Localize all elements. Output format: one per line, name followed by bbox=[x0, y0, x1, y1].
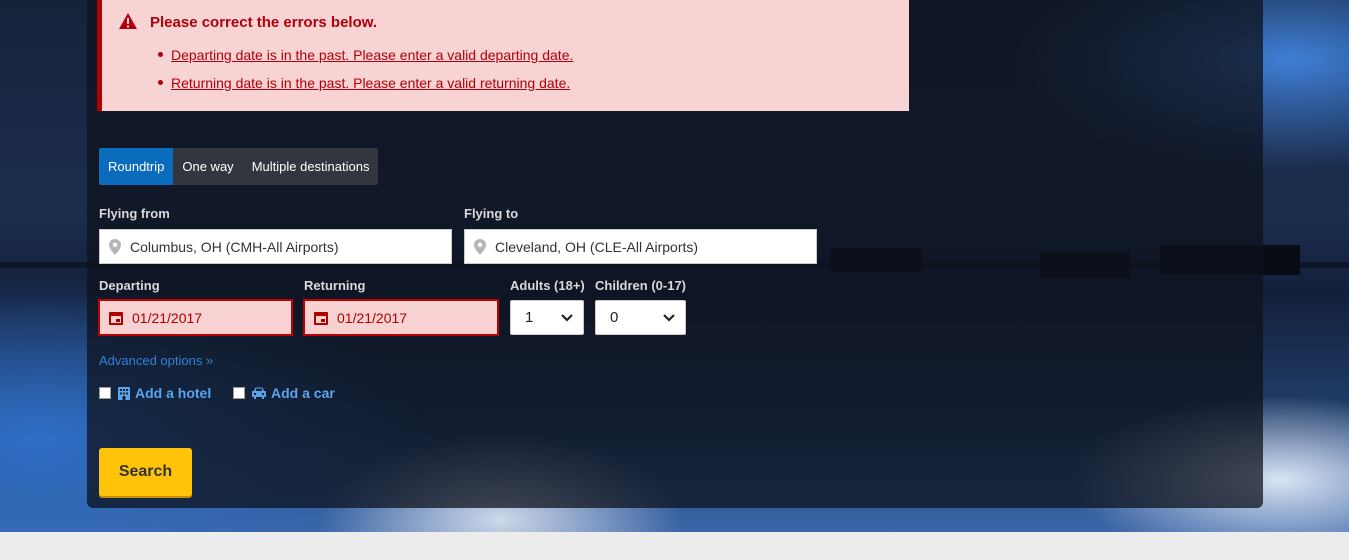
children-label: Children (0-17) bbox=[595, 278, 687, 293]
flying-from-input[interactable] bbox=[130, 238, 430, 255]
adults-value: 1 bbox=[525, 309, 534, 326]
returning-date-field[interactable] bbox=[303, 299, 499, 336]
adults-select[interactable]: 1 bbox=[510, 300, 584, 335]
search-button[interactable]: Search bbox=[99, 448, 192, 496]
add-hotel-label[interactable]: Add a hotel bbox=[135, 385, 211, 401]
tab-roundtrip[interactable]: Roundtrip bbox=[99, 148, 174, 185]
flying-from-field[interactable] bbox=[99, 229, 452, 264]
flying-to-label: Flying to bbox=[464, 206, 519, 221]
error-title: Please correct the errors below. bbox=[150, 14, 378, 31]
error-item: Departing date is in the past. Please en… bbox=[154, 44, 573, 72]
error-message-box: Please correct the errors below. Departi… bbox=[97, 0, 909, 111]
calendar-icon bbox=[314, 311, 328, 325]
page-footer-strip bbox=[0, 532, 1349, 560]
error-list: Departing date is in the past. Please en… bbox=[154, 44, 573, 100]
returning-date-input[interactable] bbox=[337, 309, 477, 326]
tab-one-way[interactable]: One way bbox=[173, 148, 242, 185]
hotel-building-icon bbox=[118, 387, 130, 400]
map-pin-icon bbox=[109, 238, 121, 255]
add-hotel-checkbox[interactable] bbox=[99, 387, 111, 399]
departing-label: Departing bbox=[99, 278, 160, 293]
error-link-departing[interactable]: Departing date is in the past. Please en… bbox=[171, 47, 573, 63]
flying-to-field[interactable] bbox=[464, 229, 817, 264]
advanced-options-link[interactable]: Advanced options » bbox=[99, 353, 213, 368]
error-item: Returning date is in the past. Please en… bbox=[154, 72, 573, 100]
flying-from-label: Flying from bbox=[99, 206, 170, 221]
map-pin-icon bbox=[474, 238, 486, 255]
flying-to-input[interactable] bbox=[495, 238, 795, 255]
chevron-down-icon bbox=[561, 313, 573, 322]
car-icon bbox=[252, 387, 266, 399]
add-car-label[interactable]: Add a car bbox=[271, 385, 335, 401]
departing-date-input[interactable] bbox=[132, 309, 272, 326]
add-car-checkbox[interactable] bbox=[233, 387, 245, 399]
warning-triangle-icon bbox=[119, 13, 137, 29]
trip-type-tabs: Roundtrip One way Multiple destinations bbox=[99, 148, 379, 185]
adults-label: Adults (18+) bbox=[510, 278, 585, 293]
returning-label: Returning bbox=[304, 278, 366, 293]
children-select[interactable]: 0 bbox=[595, 300, 686, 335]
tab-multiple-destinations[interactable]: Multiple destinations bbox=[243, 148, 379, 185]
add-car-option[interactable]: Add a car bbox=[233, 385, 335, 401]
calendar-icon bbox=[109, 311, 123, 325]
departing-date-field[interactable] bbox=[98, 299, 293, 336]
chevron-down-icon bbox=[663, 313, 675, 322]
error-link-returning[interactable]: Returning date is in the past. Please en… bbox=[171, 75, 570, 91]
children-value: 0 bbox=[610, 309, 619, 326]
add-hotel-option[interactable]: Add a hotel bbox=[99, 385, 211, 401]
